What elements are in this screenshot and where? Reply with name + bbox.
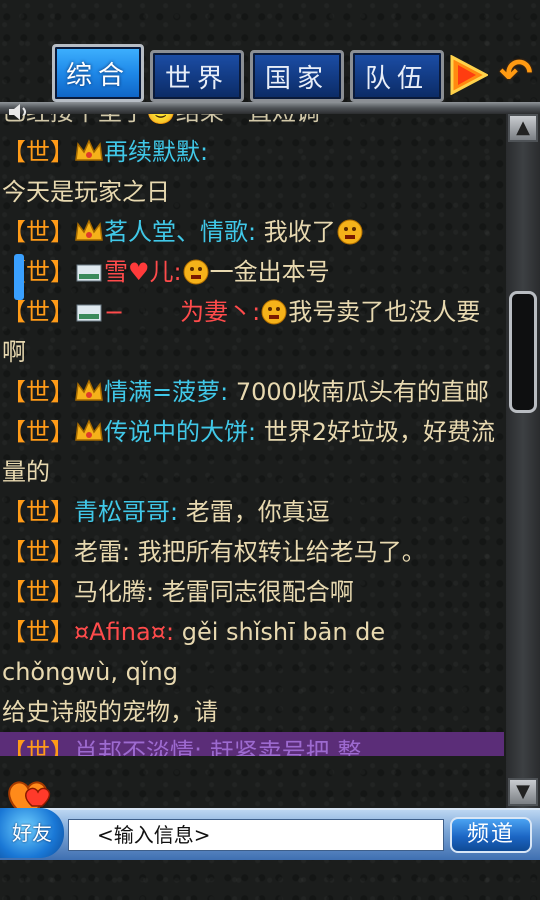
chat-message[interactable]: 【世】青松哥哥: 老雷，你真逗 bbox=[0, 492, 504, 532]
sender-name[interactable]: 情满=菠萝: bbox=[104, 378, 228, 406]
message-text: 我收了 bbox=[256, 218, 336, 246]
footer-background bbox=[0, 858, 540, 900]
emoji-icon bbox=[337, 219, 363, 245]
tab-all[interactable]: 综合 bbox=[52, 44, 144, 102]
sender-name[interactable]: 肖邦不淡情: bbox=[74, 738, 202, 756]
channel-tag: 【世】 bbox=[2, 738, 74, 756]
chat-message[interactable]: 【世】马化腾: 老雷同志很配合啊 bbox=[0, 572, 504, 612]
channel-tag: 【世】 bbox=[2, 258, 74, 286]
chat-log[interactable]: 已经接下里了🙂结果一直短调 【世】再续默默: 今天是玩家之日 【世】茗人堂、情歌… bbox=[0, 114, 504, 804]
channel-select-label: 频道 bbox=[466, 822, 515, 847]
back-arrow-icon[interactable]: ↶ bbox=[494, 52, 538, 96]
chat-line-partial: 已经接下里了🙂结果一直短调 bbox=[0, 114, 504, 132]
sender-name-part[interactable]: 雪 bbox=[104, 258, 128, 286]
channel-tag: 【世】 bbox=[2, 298, 74, 326]
chat-message[interactable]: 【世】 雪♥儿: 一金出本号 bbox=[0, 252, 504, 292]
chat-message[interactable]: 【世】 传说中的大饼: 世界2好垃圾，好费流量的 bbox=[0, 412, 504, 492]
channel-select-button[interactable]: 频道 bbox=[450, 817, 532, 853]
chat-message[interactable]: 【世】老雷: 我把所有权转让给老马了。 bbox=[0, 532, 504, 572]
tab-world-label: 世界 bbox=[164, 63, 229, 94]
friend-button-label: 好友 bbox=[12, 821, 52, 845]
channel-tab-bar: 综合 世界 国家 队伍 ↶ bbox=[0, 0, 540, 108]
emoji-icon bbox=[261, 299, 287, 325]
card-icon bbox=[76, 264, 102, 282]
crown-icon bbox=[75, 419, 103, 441]
channel-tag: 【世】 bbox=[2, 618, 74, 646]
crown-icon bbox=[75, 219, 103, 241]
sender-name[interactable]: 茗人堂、情歌: bbox=[104, 218, 256, 246]
tab-all-label: 综合 bbox=[65, 60, 130, 91]
sender-name[interactable]: 传说中的大饼: bbox=[104, 418, 256, 446]
emoji-icon bbox=[183, 259, 209, 285]
chat-message[interactable]: 【世】 再续默默: bbox=[0, 132, 504, 172]
channel-tag: 【世】 bbox=[2, 218, 74, 246]
sender-name-part[interactable]: 为妻丶: bbox=[180, 298, 260, 326]
sender-name-part[interactable]: 儿: bbox=[150, 258, 182, 286]
friend-button[interactable]: 好友 bbox=[0, 808, 64, 858]
chat-input[interactable] bbox=[68, 819, 444, 851]
message-text: 我把所有权转让给老马了。 bbox=[130, 538, 426, 566]
tab-team[interactable]: 队伍 bbox=[350, 50, 444, 102]
channel-tag: 【世】 bbox=[2, 538, 74, 566]
play-arrow-icon[interactable] bbox=[450, 55, 488, 95]
tab-country-label: 国家 bbox=[264, 63, 329, 94]
crown-icon bbox=[75, 379, 103, 401]
heart-icon: ♥ bbox=[128, 258, 150, 286]
chat-message[interactable]: 【世】肖邦不淡情: 赶紧卖号把 整 bbox=[0, 732, 504, 756]
crown-icon bbox=[75, 139, 103, 161]
chat-message[interactable]: 【世】¤Afina¤: gěi shǐshī bān de chǒngwù, q… bbox=[0, 612, 504, 692]
channel-tag: 【世】 bbox=[2, 578, 74, 606]
new-message-indicator bbox=[14, 254, 24, 300]
sender-name[interactable]: ¤Afina¤: bbox=[74, 618, 174, 646]
tab-country[interactable]: 国家 bbox=[250, 50, 344, 102]
channel-tag: 【世】 bbox=[2, 498, 74, 526]
sender-name-part[interactable]: − bbox=[104, 298, 124, 326]
sender-name[interactable]: 马化腾: bbox=[74, 578, 154, 606]
message-text: 7000收南瓜头有的直邮 bbox=[228, 378, 489, 406]
tab-team-label: 队伍 bbox=[364, 63, 429, 94]
card-icon bbox=[76, 304, 102, 322]
chat-line-continuation: 给史诗般的宠物，请 bbox=[2, 698, 218, 726]
tab-world[interactable]: 世界 bbox=[150, 50, 244, 102]
chat-line-continuation: 今天是玩家之日 bbox=[2, 178, 170, 206]
scroll-up-button[interactable]: ▲ bbox=[508, 114, 538, 142]
channel-tag: 【世】 bbox=[2, 138, 74, 166]
sender-name[interactable]: 青松哥哥: bbox=[74, 498, 178, 526]
scroll-down-button[interactable]: ▼ bbox=[508, 778, 538, 806]
scroll-thumb[interactable] bbox=[509, 291, 537, 413]
chat-message[interactable]: 【世】 − 为妻丶: 我号卖了也没人要啊 bbox=[0, 292, 504, 372]
sender-name[interactable]: 老雷: bbox=[74, 538, 130, 566]
message-text: 赶紧卖号把 整 bbox=[202, 738, 362, 756]
sender-name[interactable]: 再续默默: bbox=[104, 138, 208, 166]
channel-tag: 【世】 bbox=[2, 378, 74, 406]
channel-tag: 【世】 bbox=[2, 418, 74, 446]
scroll-track[interactable] bbox=[506, 114, 540, 808]
header-divider bbox=[0, 102, 540, 114]
message-text: 老雷同志很配合啊 bbox=[154, 578, 354, 606]
chat-message[interactable]: 【世】 情满=菠萝: 7000收南瓜头有的直邮 bbox=[0, 372, 504, 412]
message-text: 老雷，你真逗 bbox=[178, 498, 330, 526]
chat-message[interactable]: 【世】 茗人堂、情歌: 我收了 bbox=[0, 212, 504, 252]
message-text: 一金出本号 bbox=[209, 258, 330, 286]
